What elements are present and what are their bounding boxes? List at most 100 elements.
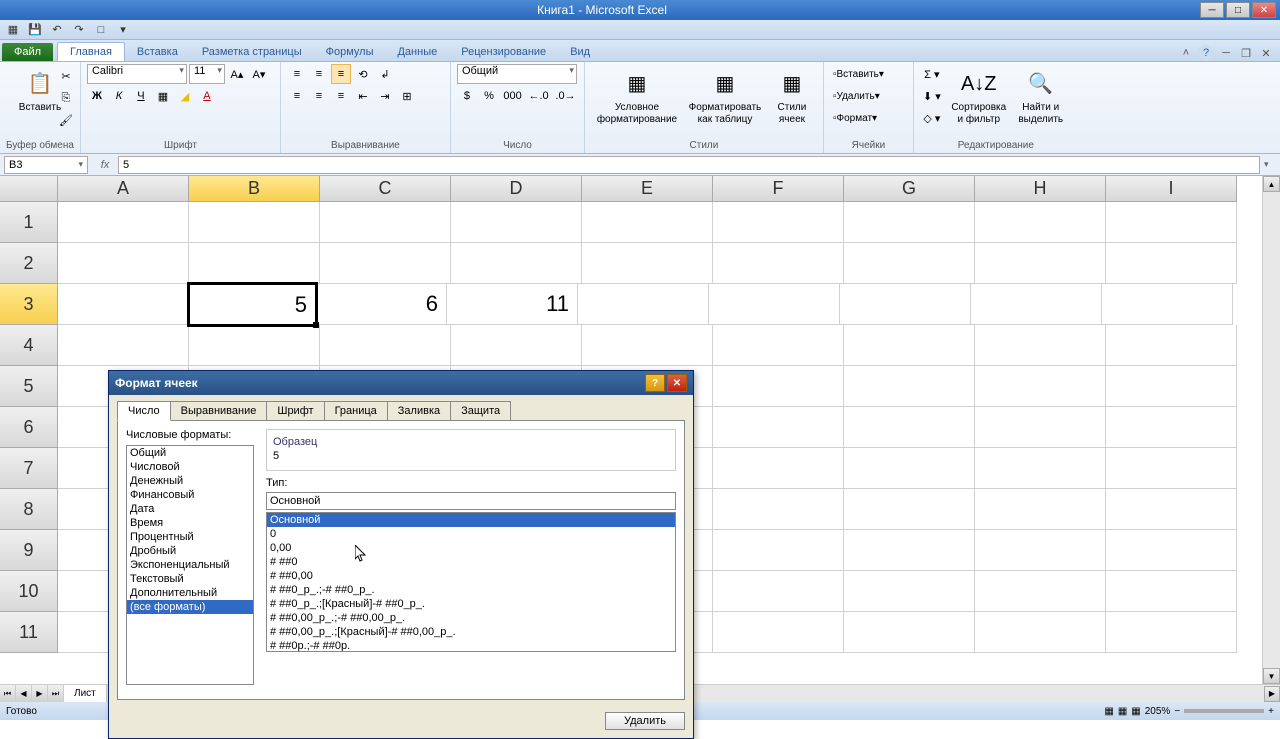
row-header[interactable]: 9 — [0, 530, 58, 571]
cell[interactable] — [975, 489, 1106, 530]
cell[interactable] — [844, 571, 975, 612]
italic-icon[interactable]: К — [109, 86, 129, 106]
font-size-select[interactable]: 11 — [189, 64, 225, 84]
category-item[interactable]: Время — [127, 516, 253, 530]
fx-icon[interactable]: fx — [96, 156, 114, 174]
dialog-close-icon[interactable]: ✕ — [667, 374, 687, 392]
wrap-text-icon[interactable]: ↲ — [375, 64, 395, 84]
cell[interactable] — [320, 243, 451, 284]
find-select-button[interactable]: 🔍Найти и выделить — [1010, 64, 1072, 130]
category-item[interactable]: Текстовый — [127, 572, 253, 586]
scroll-down-icon[interactable]: ▼ — [1263, 668, 1280, 684]
cell[interactable] — [975, 366, 1106, 407]
cell[interactable] — [1106, 612, 1237, 653]
delete-cells-button[interactable]: ▫ Удалить ▾ — [830, 86, 883, 106]
cell[interactable] — [971, 284, 1102, 325]
cell[interactable] — [1106, 202, 1237, 243]
type-item[interactable]: # ##0,00 — [267, 569, 675, 583]
cell[interactable] — [582, 325, 713, 366]
cell[interactable] — [840, 284, 971, 325]
cell[interactable] — [58, 325, 189, 366]
cell[interactable] — [713, 571, 844, 612]
tab-view[interactable]: Вид — [558, 43, 602, 61]
cell[interactable] — [975, 530, 1106, 571]
row-header[interactable]: 1 — [0, 202, 58, 243]
sheet-last-icon[interactable]: ⏭ — [48, 685, 64, 702]
cell[interactable] — [1106, 325, 1237, 366]
name-box[interactable]: B3 — [4, 156, 88, 174]
cell[interactable] — [1106, 243, 1237, 284]
dialog-help-icon[interactable]: ? — [645, 374, 665, 392]
category-item[interactable]: (все форматы) — [127, 600, 253, 614]
cell[interactable] — [58, 243, 189, 284]
cell[interactable] — [58, 284, 189, 325]
cell[interactable] — [582, 202, 713, 243]
comma-icon[interactable]: 000 — [501, 86, 524, 106]
type-item[interactable]: # ##0,00_р_.;-# ##0,00_р_. — [267, 611, 675, 625]
cell[interactable] — [58, 202, 189, 243]
cell[interactable] — [451, 202, 582, 243]
formula-input[interactable]: 5 — [118, 156, 1260, 174]
column-header[interactable]: H — [975, 176, 1106, 202]
align-top-icon[interactable]: ≡ — [287, 64, 307, 84]
redo-icon[interactable]: ↷ — [70, 22, 88, 38]
type-item[interactable]: # ##0,00_р_.;[Красный]-# ##0,00_р_. — [267, 625, 675, 639]
cell[interactable] — [451, 243, 582, 284]
cell[interactable] — [844, 448, 975, 489]
row-header[interactable]: 11 — [0, 612, 58, 653]
category-item[interactable]: Дата — [127, 502, 253, 516]
cell[interactable]: 6 — [316, 284, 447, 325]
minimize-button[interactable]: ─ — [1200, 2, 1224, 18]
autosum-icon[interactable]: Σ ▾ — [920, 64, 944, 84]
category-item[interactable]: Денежный — [127, 474, 253, 488]
copy-icon[interactable]: ⎘ — [56, 88, 76, 108]
decrease-decimal-icon[interactable]: .0→ — [553, 86, 578, 106]
tab-page-layout[interactable]: Разметка страницы — [190, 43, 314, 61]
cell[interactable] — [713, 202, 844, 243]
shrink-font-icon[interactable]: A▾ — [249, 64, 269, 84]
workbook-restore-icon[interactable]: ❐ — [1238, 45, 1254, 61]
type-item[interactable]: 0 — [267, 527, 675, 541]
sort-filter-button[interactable]: A↓ZСортировка и фильтр — [948, 64, 1010, 130]
cell[interactable] — [844, 366, 975, 407]
dialog-tab[interactable]: Защита — [450, 401, 511, 420]
column-header[interactable]: I — [1106, 176, 1237, 202]
category-item[interactable]: Экспоненциальный — [127, 558, 253, 572]
qat-dropdown-icon[interactable]: ▾ — [114, 22, 132, 38]
column-header[interactable]: A — [58, 176, 189, 202]
dialog-tab[interactable]: Заливка — [387, 401, 451, 420]
dialog-tab[interactable]: Выравнивание — [170, 401, 268, 420]
clear-icon[interactable]: ◇ ▾ — [920, 108, 944, 128]
cell[interactable] — [844, 530, 975, 571]
sheet-next-icon[interactable]: ▶ — [32, 685, 48, 702]
column-header[interactable]: E — [582, 176, 713, 202]
cell[interactable] — [975, 571, 1106, 612]
cell[interactable] — [713, 612, 844, 653]
type-item[interactable]: 0,00 — [267, 541, 675, 555]
cell[interactable] — [1106, 366, 1237, 407]
increase-indent-icon[interactable]: ⇥ — [375, 86, 395, 106]
excel-icon[interactable]: ▦ — [4, 22, 22, 38]
align-middle-icon[interactable]: ≡ — [309, 64, 329, 84]
percent-icon[interactable]: % — [479, 86, 499, 106]
cell[interactable] — [320, 202, 451, 243]
type-list[interactable]: Основной00,00# ##0# ##0,00# ##0_р_.;-# #… — [266, 512, 676, 652]
cell[interactable] — [713, 407, 844, 448]
scroll-right-icon[interactable]: ▶ — [1264, 686, 1280, 702]
grow-font-icon[interactable]: A▴ — [227, 64, 247, 84]
cut-icon[interactable]: ✂ — [56, 66, 76, 86]
scroll-up-icon[interactable]: ▲ — [1263, 176, 1280, 192]
fill-icon[interactable]: ⬇ ▾ — [920, 86, 944, 106]
column-header[interactable]: G — [844, 176, 975, 202]
align-right-icon[interactable]: ≡ — [331, 86, 351, 106]
workbook-close-icon[interactable]: ✕ — [1258, 45, 1274, 61]
cell[interactable] — [1106, 448, 1237, 489]
zoom-in-icon[interactable]: + — [1268, 706, 1274, 717]
cell[interactable] — [578, 284, 709, 325]
view-layout-icon[interactable]: ▦ — [1118, 706, 1127, 717]
minimize-ribbon-icon[interactable]: ˄ — [1178, 45, 1194, 61]
border-icon[interactable]: ▦ — [153, 86, 173, 106]
cell-styles-button[interactable]: ▦Стили ячеек — [767, 64, 817, 130]
cell[interactable] — [713, 325, 844, 366]
zoom-level[interactable]: 205% — [1145, 706, 1171, 717]
